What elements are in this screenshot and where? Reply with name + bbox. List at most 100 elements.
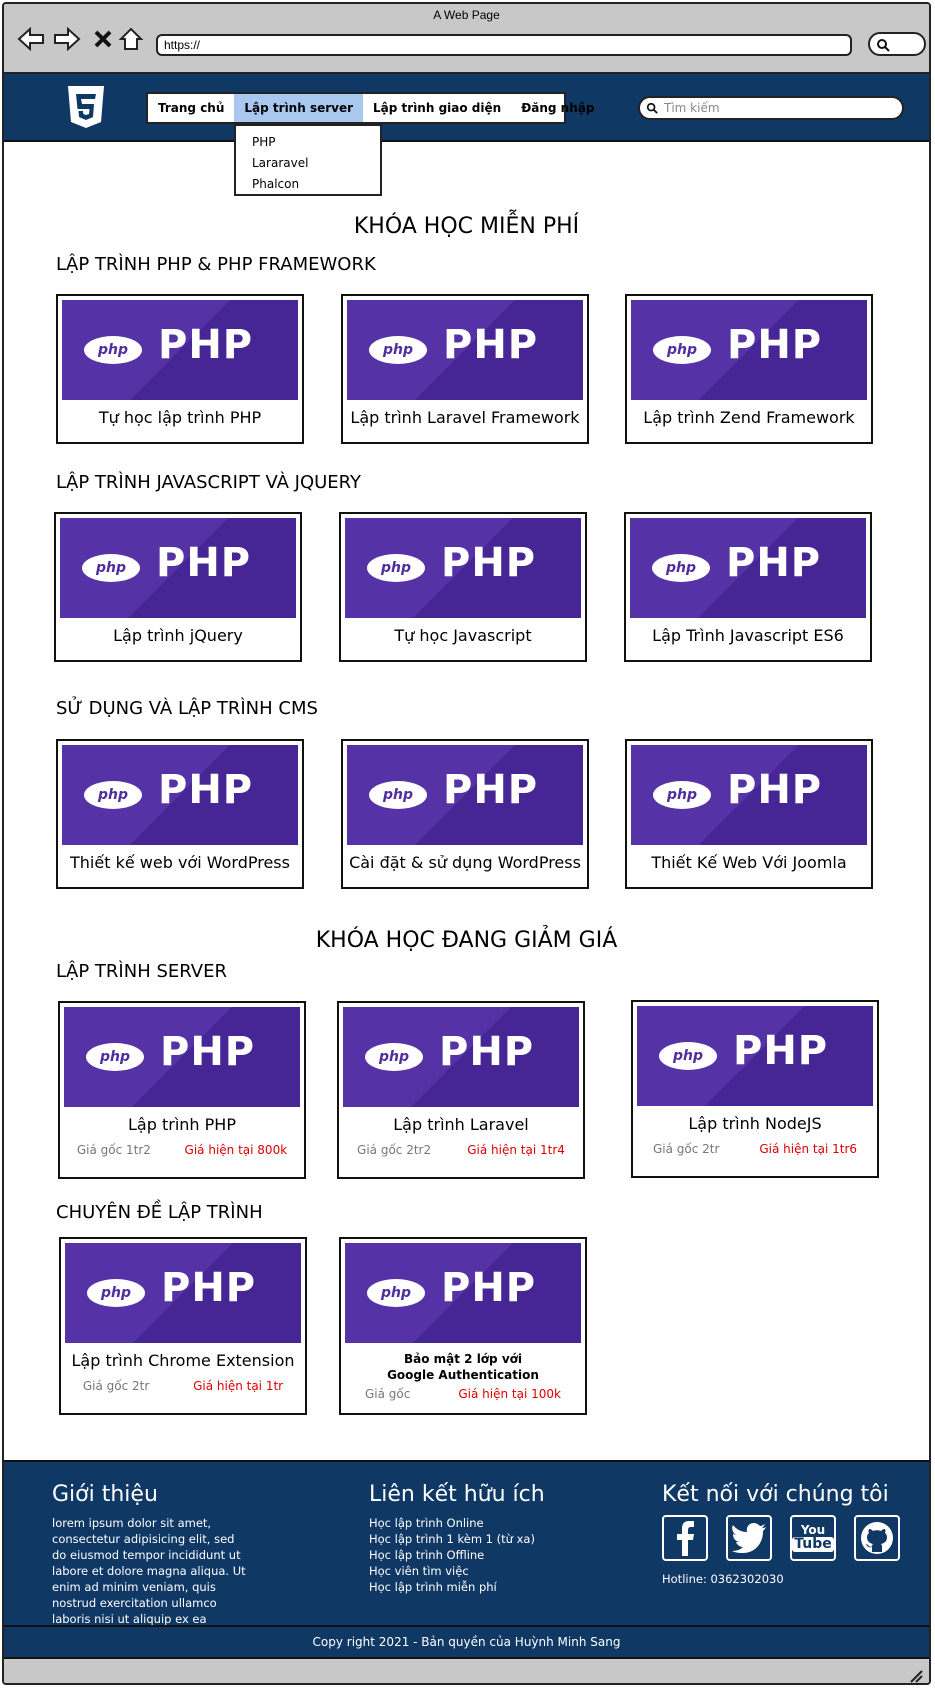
php-label: PHP [727, 767, 823, 813]
menu-item-login[interactable]: Đăng nhập [511, 94, 604, 122]
back-icon[interactable] [16, 24, 46, 54]
footer-about-text: lorem ipsum dolor sit amet, consectetur … [52, 1516, 246, 1626]
site-search-input[interactable]: Tìm kiếm [638, 96, 904, 120]
sale-courses-heading: KHÓA HỌC ĐANG GIẢM GIÁ [315, 928, 618, 953]
php-thumbnail: php PHP [637, 1006, 873, 1106]
php-label: PHP [160, 1029, 256, 1075]
footer-link[interactable]: Học viên tìm việc [369, 1563, 589, 1579]
course-card[interactable]: php PHP Lập trình Zend Framework [625, 294, 873, 444]
window-title: A Web Page [433, 8, 500, 22]
php-label: PHP [441, 540, 537, 586]
course-title: Lập trình NodeJS [688, 1114, 822, 1133]
php-label: PHP [443, 322, 539, 368]
php-thumbnail: php PHP [62, 300, 298, 400]
github-icon[interactable] [854, 1515, 900, 1561]
course-card[interactable]: php PHP Thiết kế web với WordPress [56, 739, 304, 889]
php-logo-icon: php [659, 1042, 717, 1070]
address-bar[interactable]: https:// [156, 34, 852, 56]
current-price: Giá hiện tại 1tr4 [467, 1143, 565, 1157]
php-thumbnail: php PHP [631, 300, 867, 400]
site-footer: Giới thiệu lorem ipsum dolor sit amet, c… [4, 1460, 929, 1626]
course-card[interactable]: php PHP Lập trình Laravel Framework [341, 294, 589, 444]
original-price: Giá gốc 2tr [652, 1142, 720, 1156]
php-logo-icon: php [84, 781, 142, 809]
section-title: LẬP TRÌNH PHP & PHP FRAMEWORK [56, 254, 376, 275]
php-thumbnail: php PHP [343, 1007, 579, 1107]
footer-links-title: Liên kết hữu ích [369, 1482, 545, 1507]
browser-window: A Web Page https:// Trang chủ Lập trình … [2, 2, 931, 1685]
php-logo-icon: php [653, 781, 711, 809]
original-price: Giá gốc [365, 1387, 411, 1401]
menu-item-frontend[interactable]: Lập trình giao diện [363, 94, 511, 122]
youtube-icon[interactable]: You Tube [790, 1515, 836, 1561]
course-card[interactable]: php PHP Lập Trình Javascript ES6 [624, 512, 872, 662]
php-thumbnail: php PHP [347, 745, 583, 845]
footer-link[interactable]: Học lập trình 1 kèm 1 (từ xa) [369, 1531, 589, 1547]
resize-handle-icon[interactable] [907, 1667, 923, 1683]
php-label: PHP [441, 1265, 537, 1311]
course-card[interactable]: php PHP Lập trình Chrome Extension Giá gố… [59, 1237, 307, 1415]
php-thumbnail: php PHP [62, 745, 298, 845]
course-title: Lập trình Zend Framework [643, 408, 855, 427]
original-price: Giá gốc 2tr [82, 1379, 150, 1393]
dropdown-item-php[interactable]: PHP [252, 132, 380, 153]
facebook-icon[interactable] [662, 1515, 708, 1561]
course-title-line: Bảo mật 2 lớp với [403, 1352, 522, 1366]
original-price: Giá gốc 1tr2 [76, 1143, 151, 1157]
browser-search-box[interactable] [868, 32, 926, 56]
course-title: Lập trình Laravel Framework [350, 408, 580, 427]
php-logo-icon: php [365, 1043, 423, 1071]
php-logo-icon: php [82, 554, 140, 582]
course-title: Lập trình jQuery [113, 626, 243, 645]
course-card[interactable]: php PHP Tự học Javascript [339, 512, 587, 662]
course-title: Lập trình PHP [128, 1115, 236, 1134]
php-label: PHP [158, 767, 254, 813]
course-title: Lập trình Laravel [393, 1115, 529, 1134]
close-icon[interactable] [88, 24, 118, 54]
search-icon [646, 102, 658, 114]
original-price: Giá gốc 2tr2 [357, 1143, 432, 1157]
course-card[interactable]: php PHP Tự học lập trình PHP [56, 294, 304, 444]
php-label: PHP [158, 322, 254, 368]
dropdown-item-phalcon[interactable]: Phalcon [252, 174, 380, 195]
footer-link[interactable]: Học lập trình Offline [369, 1547, 589, 1563]
footer-about-title: Giới thiệu [52, 1482, 158, 1507]
browser-status-bar [4, 1659, 929, 1683]
section-title: LẬP TRÌNH JAVASCRIPT VÀ JQUERY [56, 472, 362, 493]
course-card[interactable]: php PHP Lập trình NodeJS Giá gốc 2tr Giá h… [631, 1000, 879, 1178]
php-thumbnail: php PHP [60, 518, 296, 618]
course-title: Thiết kế web với WordPress [70, 853, 290, 872]
php-logo-icon: php [369, 336, 427, 364]
php-label: PHP [161, 1265, 257, 1311]
php-thumbnail: php PHP [64, 1007, 300, 1107]
section-title: LẬP TRÌNH SERVER [56, 961, 227, 982]
menu-item-server[interactable]: Lập trình server [234, 94, 364, 122]
php-label: PHP [727, 322, 823, 368]
server-dropdown: PHP Lararavel Phalcon [234, 124, 382, 196]
footer-link[interactable]: Học lập trình miễn phí [369, 1579, 589, 1595]
twitter-icon[interactable] [726, 1515, 772, 1561]
footer-link[interactable]: Học lập trình Online [369, 1515, 589, 1531]
home-icon[interactable] [116, 24, 146, 54]
menu-item-home[interactable]: Trang chủ [148, 94, 234, 122]
course-card[interactable]: php PHP Lập trình PHP Giá gốc 1tr2 Giá hiệ… [58, 1001, 306, 1179]
search-placeholder: Tìm kiếm [664, 101, 720, 115]
course-card[interactable]: php PHP Lập trình Laravel Giá gốc 2tr2 Giá… [337, 1001, 585, 1179]
php-logo-icon: php [367, 1279, 425, 1307]
php-logo-icon: php [84, 336, 142, 364]
dropdown-item-laravel[interactable]: Lararavel [252, 153, 380, 174]
course-title: Lập Trình Javascript ES6 [652, 626, 844, 645]
php-thumbnail: php PHP [347, 300, 583, 400]
forward-icon[interactable] [52, 24, 82, 54]
footer-connect: Kết nối với chúng tôi You Tube Hotline: … [662, 1482, 912, 1587]
course-card[interactable]: php PHP Bảo mật 2 lớp với Google Authenti… [339, 1237, 587, 1415]
course-card[interactable]: php PHP Cài đặt & sử dụng WordPress [341, 739, 589, 889]
php-logo-icon: php [367, 554, 425, 582]
php-label: PHP [726, 540, 822, 586]
course-title: Tự học lập trình PHP [98, 408, 262, 427]
course-card[interactable]: php PHP Thiết Kế Web Với Joomla [625, 739, 873, 889]
html5-logo-icon[interactable] [66, 84, 106, 130]
course-card[interactable]: php PHP Lập trình jQuery [54, 512, 302, 662]
php-thumbnail: php PHP [65, 1243, 301, 1343]
footer-links: Liên kết hữu ích Học lập trình Online Họ… [369, 1482, 589, 1595]
